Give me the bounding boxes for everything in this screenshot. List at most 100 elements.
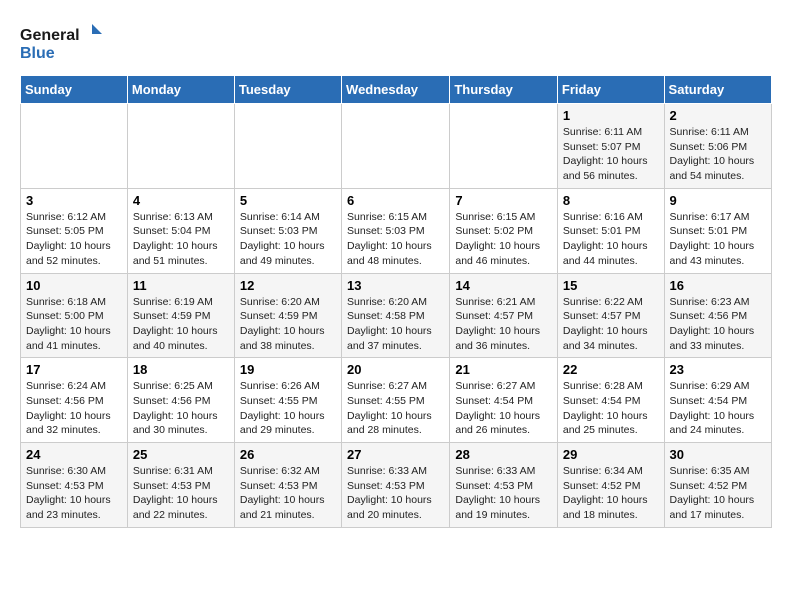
day-cell: 13 Sunrise: 6:20 AM Sunset: 4:58 PM Dayli…	[342, 273, 450, 358]
day-cell: 22 Sunrise: 6:28 AM Sunset: 4:54 PM Dayli…	[557, 358, 664, 443]
calendar-header: SundayMondayTuesdayWednesdayThursdayFrid…	[21, 76, 772, 104]
day-number: 13	[347, 278, 444, 293]
week-row-5: 24 Sunrise: 6:30 AM Sunset: 4:53 PM Dayli…	[21, 443, 772, 528]
day-detail: Sunrise: 6:18 AM Sunset: 5:00 PM Dayligh…	[26, 295, 122, 354]
day-cell: 11 Sunrise: 6:19 AM Sunset: 4:59 PM Dayli…	[127, 273, 234, 358]
day-number: 14	[455, 278, 552, 293]
day-detail: Sunrise: 6:29 AM Sunset: 4:54 PM Dayligh…	[670, 379, 766, 438]
day-cell: 29 Sunrise: 6:34 AM Sunset: 4:52 PM Dayli…	[557, 443, 664, 528]
day-detail: Sunrise: 6:16 AM Sunset: 5:01 PM Dayligh…	[563, 210, 659, 269]
day-cell: 8 Sunrise: 6:16 AM Sunset: 5:01 PM Daylig…	[557, 188, 664, 273]
day-detail: Sunrise: 6:26 AM Sunset: 4:55 PM Dayligh…	[240, 379, 336, 438]
day-number: 26	[240, 447, 336, 462]
header-cell-saturday: Saturday	[664, 76, 771, 104]
day-cell	[342, 104, 450, 189]
day-number: 12	[240, 278, 336, 293]
day-number: 3	[26, 193, 122, 208]
day-detail: Sunrise: 6:11 AM Sunset: 5:07 PM Dayligh…	[563, 125, 659, 184]
day-number: 24	[26, 447, 122, 462]
day-cell: 18 Sunrise: 6:25 AM Sunset: 4:56 PM Dayli…	[127, 358, 234, 443]
day-detail: Sunrise: 6:33 AM Sunset: 4:53 PM Dayligh…	[347, 464, 444, 523]
svg-text:General: General	[20, 27, 80, 44]
calendar-table: SundayMondayTuesdayWednesdayThursdayFrid…	[20, 75, 772, 528]
day-detail: Sunrise: 6:35 AM Sunset: 4:52 PM Dayligh…	[670, 464, 766, 523]
day-detail: Sunrise: 6:28 AM Sunset: 4:54 PM Dayligh…	[563, 379, 659, 438]
week-row-1: 1 Sunrise: 6:11 AM Sunset: 5:07 PM Daylig…	[21, 104, 772, 189]
day-number: 6	[347, 193, 444, 208]
day-detail: Sunrise: 6:33 AM Sunset: 4:53 PM Dayligh…	[455, 464, 552, 523]
day-cell: 10 Sunrise: 6:18 AM Sunset: 5:00 PM Dayli…	[21, 273, 128, 358]
calendar-body: 1 Sunrise: 6:11 AM Sunset: 5:07 PM Daylig…	[21, 104, 772, 528]
day-cell	[234, 104, 341, 189]
day-detail: Sunrise: 6:15 AM Sunset: 5:03 PM Dayligh…	[347, 210, 444, 269]
day-cell: 25 Sunrise: 6:31 AM Sunset: 4:53 PM Dayli…	[127, 443, 234, 528]
day-detail: Sunrise: 6:17 AM Sunset: 5:01 PM Dayligh…	[670, 210, 766, 269]
day-cell: 15Sunrise: 6:22 AM Sunset: 4:57 PM Dayli…	[557, 273, 664, 358]
day-number: 15	[563, 278, 659, 293]
day-number: 9	[670, 193, 766, 208]
day-cell: 20 Sunrise: 6:27 AM Sunset: 4:55 PM Dayli…	[342, 358, 450, 443]
day-number: 5	[240, 193, 336, 208]
day-number: 23	[670, 362, 766, 377]
week-row-4: 17 Sunrise: 6:24 AM Sunset: 4:56 PM Dayli…	[21, 358, 772, 443]
day-detail: Sunrise: 6:27 AM Sunset: 4:54 PM Dayligh…	[455, 379, 552, 438]
day-cell: 5 Sunrise: 6:14 AM Sunset: 5:03 PM Daylig…	[234, 188, 341, 273]
day-cell: 26Sunrise: 6:32 AM Sunset: 4:53 PM Dayli…	[234, 443, 341, 528]
day-detail: Sunrise: 6:19 AM Sunset: 4:59 PM Dayligh…	[133, 295, 229, 354]
day-number: 11	[133, 278, 229, 293]
day-detail: Sunrise: 6:14 AM Sunset: 5:03 PM Dayligh…	[240, 210, 336, 269]
week-row-3: 10 Sunrise: 6:18 AM Sunset: 5:00 PM Dayli…	[21, 273, 772, 358]
day-number: 8	[563, 193, 659, 208]
day-cell: 4 Sunrise: 6:13 AM Sunset: 5:04 PM Daylig…	[127, 188, 234, 273]
day-number: 25	[133, 447, 229, 462]
day-number: 7	[455, 193, 552, 208]
day-number: 20	[347, 362, 444, 377]
header-cell-monday: Monday	[127, 76, 234, 104]
day-cell: 3 Sunrise: 6:12 AM Sunset: 5:05 PM Daylig…	[21, 188, 128, 273]
day-cell: 14Sunrise: 6:21 AM Sunset: 4:57 PM Dayli…	[450, 273, 558, 358]
day-detail: Sunrise: 6:31 AM Sunset: 4:53 PM Dayligh…	[133, 464, 229, 523]
day-cell: 9 Sunrise: 6:17 AM Sunset: 5:01 PM Daylig…	[664, 188, 771, 273]
header-cell-tuesday: Tuesday	[234, 76, 341, 104]
day-number: 29	[563, 447, 659, 462]
day-number: 16	[670, 278, 766, 293]
day-number: 22	[563, 362, 659, 377]
day-detail: Sunrise: 6:20 AM Sunset: 4:59 PM Dayligh…	[240, 295, 336, 354]
day-cell: 17 Sunrise: 6:24 AM Sunset: 4:56 PM Dayli…	[21, 358, 128, 443]
day-number: 17	[26, 362, 122, 377]
day-cell: 28 Sunrise: 6:33 AM Sunset: 4:53 PM Dayli…	[450, 443, 558, 528]
day-cell: 24 Sunrise: 6:30 AM Sunset: 4:53 PM Dayli…	[21, 443, 128, 528]
header-cell-wednesday: Wednesday	[342, 76, 450, 104]
day-cell: 30 Sunrise: 6:35 AM Sunset: 4:52 PM Dayli…	[664, 443, 771, 528]
day-number: 18	[133, 362, 229, 377]
day-detail: Sunrise: 6:27 AM Sunset: 4:55 PM Dayligh…	[347, 379, 444, 438]
day-number: 4	[133, 193, 229, 208]
svg-text:Blue: Blue	[20, 45, 55, 62]
logo-icon: General Blue	[20, 20, 110, 65]
day-number: 1	[563, 108, 659, 123]
day-cell: 21Sunrise: 6:27 AM Sunset: 4:54 PM Dayli…	[450, 358, 558, 443]
day-number: 19	[240, 362, 336, 377]
day-detail: Sunrise: 6:24 AM Sunset: 4:56 PM Dayligh…	[26, 379, 122, 438]
day-number: 28	[455, 447, 552, 462]
day-cell: 27 Sunrise: 6:33 AM Sunset: 4:53 PM Dayli…	[342, 443, 450, 528]
day-number: 30	[670, 447, 766, 462]
header-cell-sunday: Sunday	[21, 76, 128, 104]
day-cell: 7Sunrise: 6:15 AM Sunset: 5:02 PM Daylig…	[450, 188, 558, 273]
day-cell	[450, 104, 558, 189]
day-cell: 6 Sunrise: 6:15 AM Sunset: 5:03 PM Daylig…	[342, 188, 450, 273]
day-cell: 2Sunrise: 6:11 AM Sunset: 5:06 PM Daylig…	[664, 104, 771, 189]
day-detail: Sunrise: 6:34 AM Sunset: 4:52 PM Dayligh…	[563, 464, 659, 523]
day-cell: 16Sunrise: 6:23 AM Sunset: 4:56 PM Dayli…	[664, 273, 771, 358]
day-cell: 19 Sunrise: 6:26 AM Sunset: 4:55 PM Dayli…	[234, 358, 341, 443]
day-detail: Sunrise: 6:25 AM Sunset: 4:56 PM Dayligh…	[133, 379, 229, 438]
day-detail: Sunrise: 6:12 AM Sunset: 5:05 PM Dayligh…	[26, 210, 122, 269]
day-number: 27	[347, 447, 444, 462]
day-cell: 1 Sunrise: 6:11 AM Sunset: 5:07 PM Daylig…	[557, 104, 664, 189]
day-detail: Sunrise: 6:20 AM Sunset: 4:58 PM Dayligh…	[347, 295, 444, 354]
day-detail: Sunrise: 6:13 AM Sunset: 5:04 PM Dayligh…	[133, 210, 229, 269]
day-cell: 23 Sunrise: 6:29 AM Sunset: 4:54 PM Dayli…	[664, 358, 771, 443]
day-number: 2	[670, 108, 766, 123]
day-number: 10	[26, 278, 122, 293]
day-detail: Sunrise: 6:30 AM Sunset: 4:53 PM Dayligh…	[26, 464, 122, 523]
